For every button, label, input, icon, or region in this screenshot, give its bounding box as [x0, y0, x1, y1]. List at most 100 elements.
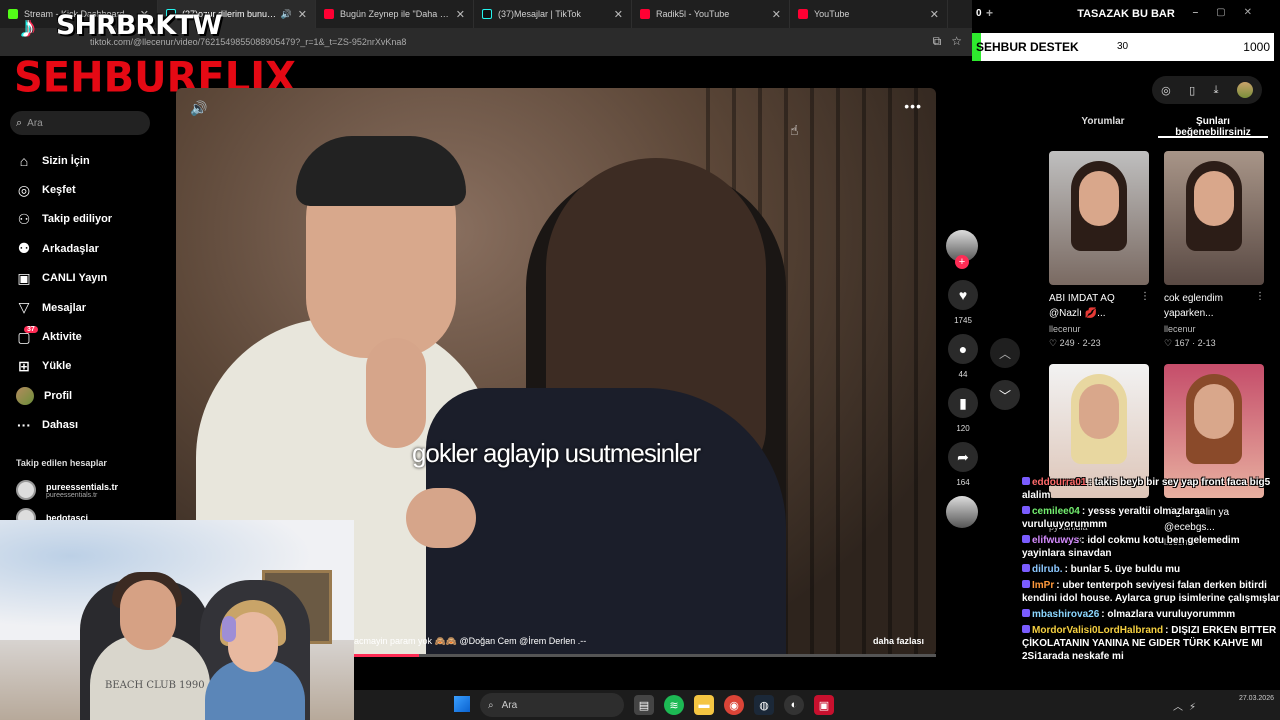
- bookmark-icon[interactable]: ▮: [948, 388, 978, 418]
- sidebar-item-label: Dahası: [42, 419, 79, 432]
- file-explorer-icon[interactable]: ▬: [694, 695, 714, 715]
- sidebar-item-profile[interactable]: Profil: [14, 381, 164, 410]
- sidebar-item-friends[interactable]: ⚉ Arkadaşlar: [14, 234, 164, 263]
- profile-avatar: [16, 386, 34, 405]
- channel-name: SHRBRKTW: [56, 10, 222, 41]
- browser-tab[interactable]: (37)Mesajlar | TikTok ✕: [474, 0, 632, 28]
- comment-action[interactable]: ● 44: [946, 334, 980, 380]
- chat-badge-icon: [1022, 477, 1030, 485]
- compass-icon[interactable]: ◎: [1161, 84, 1171, 97]
- taskbar-search[interactable]: ⌕ Ara: [480, 693, 624, 717]
- heart-icon[interactable]: ♥: [948, 280, 978, 310]
- thumb-figure: [1079, 384, 1119, 439]
- tab-close-icon[interactable]: ✕: [772, 8, 781, 21]
- chevron-up-icon[interactable]: ︿: [990, 338, 1020, 368]
- browser-tab[interactable]: YouTube ✕: [790, 0, 948, 28]
- chat-username[interactable]: MordorValisi0LordHalbrand: [1032, 625, 1163, 636]
- thumb-more-icon[interactable]: ⋮: [1255, 291, 1265, 302]
- save-action[interactable]: ▮ 120: [946, 388, 980, 434]
- sidebar-item-label: Sizin İçin: [42, 154, 90, 167]
- thumb-title[interactable]: ABI IMDAT AQ @Nazlı 💋...: [1049, 291, 1145, 321]
- support-label: SEHBUR DESTEK: [976, 40, 1079, 54]
- window-controls[interactable]: –▢✕: [1193, 7, 1270, 18]
- suggested-video-thumb[interactable]: [1049, 151, 1149, 285]
- task-view-icon[interactable]: ▤: [634, 695, 654, 715]
- thumb-user[interactable]: llecenur: [1164, 324, 1196, 334]
- chat-username[interactable]: eddourra01: [1032, 477, 1086, 488]
- chat-message: cemilee04: yesss yeraltii olmazlaraa vur…: [1022, 505, 1280, 531]
- caption-more-link[interactable]: daha fazlası: [873, 636, 924, 646]
- video-figure: [426, 388, 786, 656]
- creator-avatar[interactable]: +: [946, 230, 978, 269]
- windows-start-icon[interactable]: [454, 696, 470, 712]
- steam-icon[interactable]: ◍: [754, 695, 774, 715]
- bookmark-star-icon[interactable]: ☆: [951, 34, 962, 49]
- system-clock[interactable]: 27.03.2026: [1239, 694, 1274, 704]
- browser-tab[interactable]: Radik5l - YouTube ✕: [632, 0, 790, 28]
- chat-username[interactable]: ImPr: [1032, 580, 1054, 591]
- chat-username[interactable]: cemilee04: [1032, 506, 1080, 517]
- share-icon[interactable]: ➦: [948, 442, 978, 472]
- sidebar-item-messages[interactable]: ▽ Mesajlar: [14, 293, 164, 322]
- tab-comments[interactable]: Yorumlar: [1048, 110, 1158, 138]
- chat-username[interactable]: mbashirova26: [1032, 609, 1099, 620]
- send-icon: ▽: [18, 299, 30, 316]
- sidebar-item-label: Yükle: [42, 360, 72, 373]
- tab-close-icon[interactable]: ✕: [930, 8, 939, 21]
- follow-plus-icon[interactable]: +: [955, 255, 969, 269]
- user-avatar[interactable]: [1236, 82, 1253, 98]
- tab-you-may-like[interactable]: Şunları beğenebilirsiniz: [1158, 110, 1268, 138]
- sidebar-item-more[interactable]: ··· Dahası: [14, 411, 164, 440]
- tab-audio-icon[interactable]: 🔊: [281, 9, 292, 20]
- sidebar-item-upload[interactable]: ⊞ Yükle: [14, 352, 164, 381]
- obs-icon[interactable]: ◐: [784, 695, 804, 715]
- chevron-down-icon[interactable]: ﹀: [990, 380, 1020, 410]
- thumb-figure: [1079, 171, 1119, 226]
- sidebar-item-following[interactable]: ⚇ Takip ediliyor: [14, 205, 164, 234]
- goal-bar-title: 0 + TASAZAK BU BAR –▢✕: [972, 0, 1280, 28]
- sidebar-item-activity[interactable]: ▢ 37 Aktivite: [14, 322, 164, 351]
- sidebar-item-for-you[interactable]: ⌂ Sizin İçin: [14, 146, 164, 175]
- chrome-icon[interactable]: ◉: [724, 695, 744, 715]
- notification-badge: 37: [24, 326, 38, 334]
- tab-close-icon[interactable]: ✕: [614, 8, 623, 21]
- phone-icon[interactable]: ▯: [1189, 84, 1195, 97]
- tab-close-icon[interactable]: ✕: [456, 8, 465, 21]
- download-icon[interactable]: ⤓: [1214, 84, 1219, 97]
- install-app-icon[interactable]: ⧉: [933, 34, 942, 49]
- system-tray-icons[interactable]: ︿⚡: [1173, 698, 1202, 713]
- youtube-favicon-icon: [324, 9, 334, 19]
- tab-label: (37)Mesajlar | TikTok: [498, 9, 581, 19]
- browser-tab[interactable]: Bugün Zeynep ile "Daha İyi" #ş ✕: [316, 0, 474, 28]
- video-more-icon[interactable]: •••: [904, 98, 922, 114]
- sidebar-item-explore[interactable]: ◎ Keşfet: [14, 175, 164, 204]
- sound-avatar[interactable]: [946, 496, 978, 528]
- friends-icon: ⚉: [17, 240, 31, 257]
- new-tab-plus-icon[interactable]: +: [986, 6, 993, 20]
- search-input[interactable]: ⌕ Ara: [10, 111, 150, 135]
- sidebar-item-live[interactable]: ▣ CANLI Yayın: [14, 264, 164, 293]
- address-bar-actions: ⧉ ☆: [933, 34, 962, 49]
- suggested-video-thumb[interactable]: [1164, 151, 1264, 285]
- spotify-icon[interactable]: ≋: [664, 695, 684, 715]
- thumb-stats: ♡ 249 · 2-23: [1049, 338, 1101, 348]
- chat-username[interactable]: dilrub.: [1032, 564, 1063, 575]
- like-action[interactable]: ♥ 1745: [946, 280, 980, 326]
- chat-badge-icon: [1022, 564, 1030, 572]
- sidebar-item-label: CANLI Yayın: [42, 272, 108, 285]
- chat-username[interactable]: elifwuwys: [1032, 535, 1079, 546]
- following-account[interactable]: pureessentials.tr pureessentials.tr: [16, 480, 118, 500]
- thumb-title[interactable]: cok eglendim yaparken...: [1164, 291, 1260, 321]
- comment-count: 44: [958, 370, 968, 379]
- thumb-figure: [1194, 171, 1234, 226]
- mouse-cursor-icon: ☝: [790, 122, 799, 138]
- like-count: 1745: [954, 316, 972, 325]
- app-icon[interactable]: ▣: [814, 695, 834, 715]
- share-action[interactable]: ➦ 164: [946, 442, 980, 488]
- tab-close-icon[interactable]: ✕: [298, 8, 307, 21]
- search-icon: ⌕: [488, 699, 494, 711]
- thumb-user[interactable]: llecenur: [1049, 324, 1081, 334]
- volume-icon[interactable]: 🔊: [190, 100, 207, 117]
- thumb-more-icon[interactable]: ⋮: [1140, 291, 1150, 302]
- comment-icon[interactable]: ●: [948, 334, 978, 364]
